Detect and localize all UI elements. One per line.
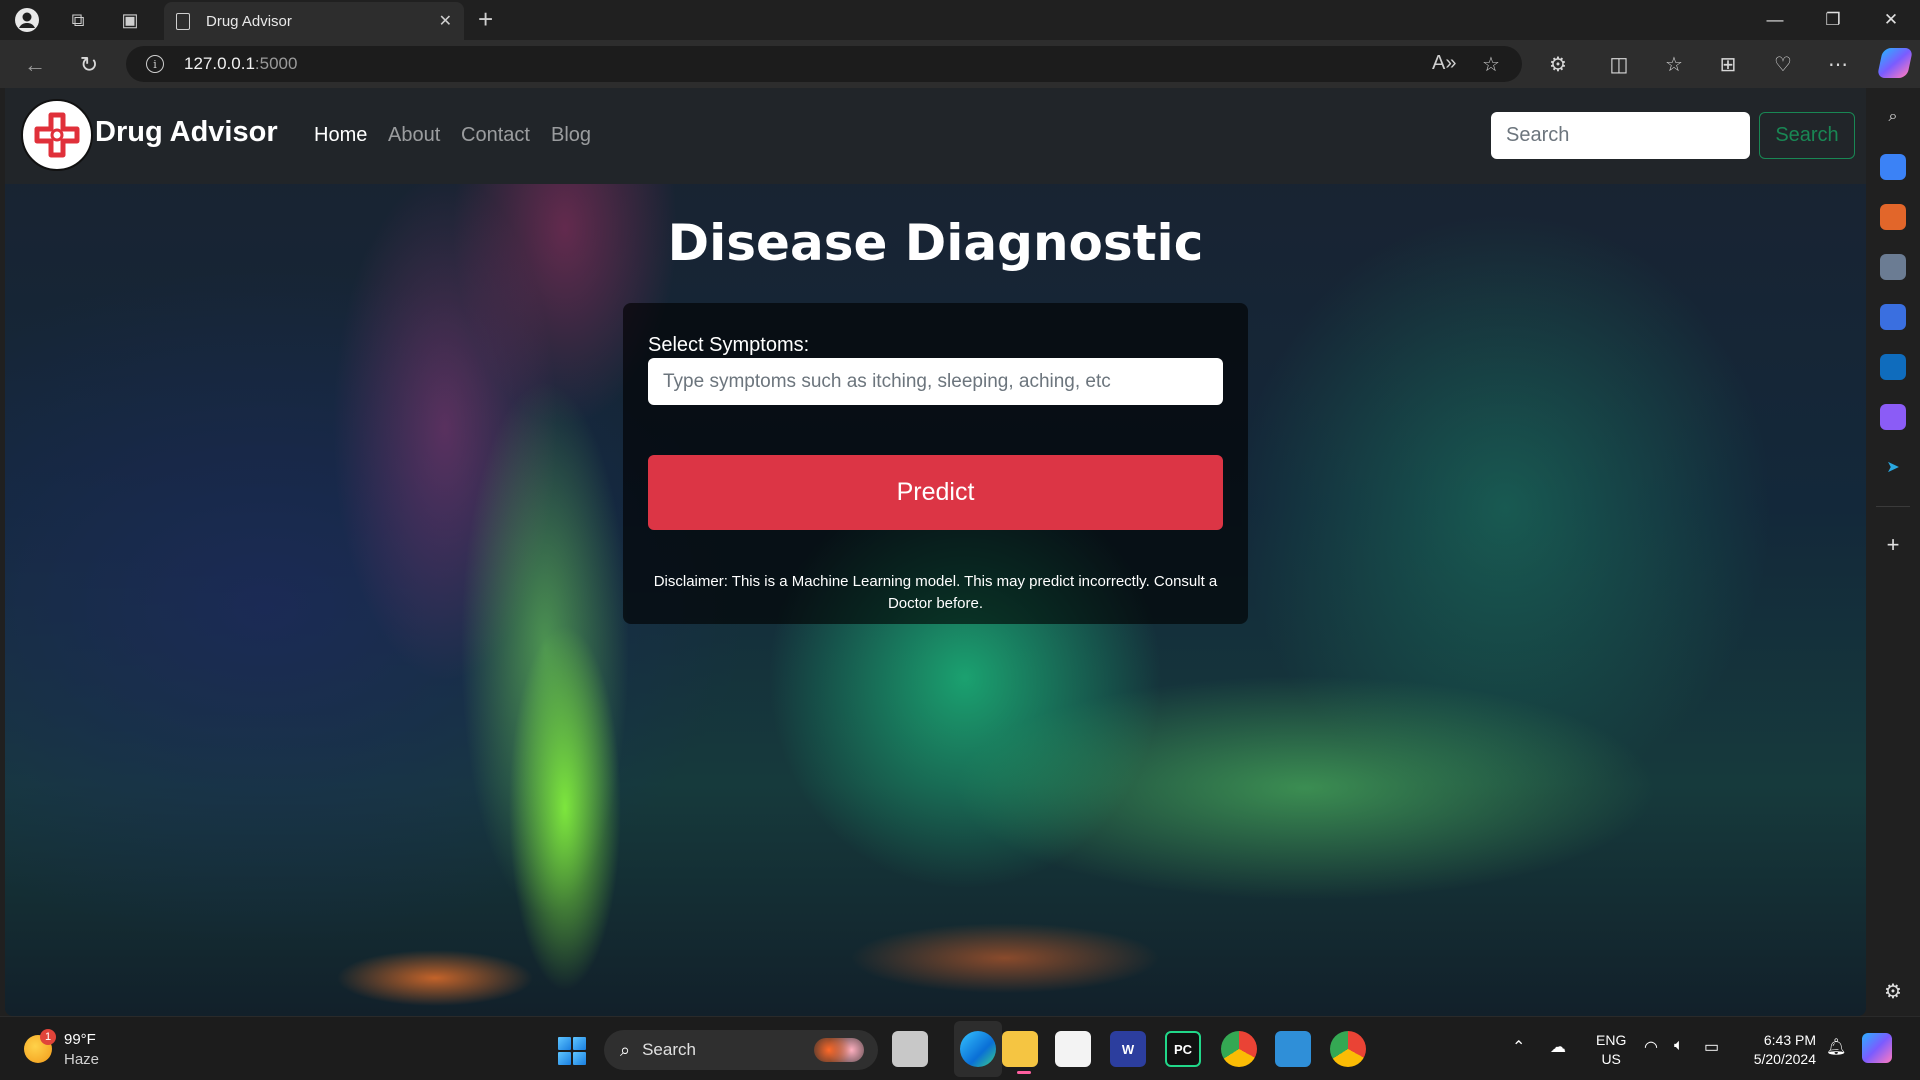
workspaces-icon[interactable]: ⧉	[64, 6, 92, 34]
pycharm-icon[interactable]: PC	[1165, 1031, 1201, 1067]
tab-close-icon[interactable]: ✕	[439, 11, 452, 31]
nav-about-link[interactable]: About	[388, 124, 440, 147]
tab-title: Drug Advisor	[206, 12, 292, 30]
extensions-icon[interactable]: ⚙	[1542, 48, 1574, 80]
address-field[interactable]: i 127.0.0.1:5000 A» ☆	[126, 46, 1522, 82]
brand-name[interactable]: Drug Advisor	[95, 116, 278, 149]
browser-tab-active[interactable]: Drug Advisor ✕	[164, 2, 464, 40]
url-port: :5000	[254, 54, 298, 73]
drug-advisor-logo-icon[interactable]	[21, 99, 93, 171]
nav-blog-link[interactable]: Blog	[551, 124, 591, 147]
sidebar-copilot-icon[interactable]	[1880, 304, 1906, 330]
minimize-icon[interactable]: —	[1752, 6, 1798, 34]
site-info-icon[interactable]: i	[146, 55, 164, 73]
taskbar-search-icon: ⌕	[620, 1039, 631, 1060]
weather-condition[interactable]: Haze	[64, 1051, 99, 1068]
site-navbar: Drug Advisor Home About Contact Blog Sea…	[5, 88, 1866, 184]
more-options-icon[interactable]: ⋯	[1822, 48, 1854, 80]
taskbar-search-label: Search	[642, 1040, 696, 1059]
language-code: ENG	[1596, 1032, 1627, 1048]
symptoms-input[interactable]	[648, 358, 1223, 405]
url-host: 127.0.0.1	[184, 54, 255, 73]
sidebar-telegram-icon[interactable]: ➤	[1880, 454, 1906, 480]
split-screen-icon[interactable]: ◫	[1603, 48, 1635, 80]
clock-time: 6:43 PM	[1763, 1032, 1816, 1048]
nav-home-link[interactable]: Home	[314, 124, 367, 147]
sidebar-tools-icon[interactable]	[1880, 204, 1906, 230]
window-close-icon[interactable]: ✕	[1868, 6, 1914, 34]
chrome-app-icon[interactable]	[1221, 1031, 1257, 1067]
browser-essentials-icon[interactable]: ♡	[1767, 48, 1799, 80]
sidebar-add-icon[interactable]: +	[1880, 532, 1906, 558]
vertical-tabs-icon[interactable]: ▣	[116, 6, 144, 34]
volume-icon[interactable]: 🔈︎	[1674, 1037, 1684, 1055]
sidebar-shopping-icon[interactable]	[1880, 154, 1906, 180]
chrome-profile-icon[interactable]	[1330, 1031, 1366, 1067]
windows-start-icon[interactable]	[558, 1037, 586, 1065]
sidebar-games-icon[interactable]	[1880, 254, 1906, 280]
wifi-icon[interactable]: ◠	[1644, 1037, 1658, 1057]
copilot-taskbar-icon[interactable]	[1862, 1033, 1892, 1063]
reload-icon[interactable]: ↻	[74, 50, 104, 80]
back-icon[interactable]: ←	[20, 50, 50, 80]
file-explorer-icon[interactable]	[1002, 1031, 1038, 1067]
collections-icon[interactable]: ⊞	[1712, 48, 1744, 80]
nav-contact-link[interactable]: Contact	[461, 124, 530, 147]
task-view-icon[interactable]	[892, 1031, 928, 1067]
symptoms-label: Select Symptoms:	[648, 334, 810, 356]
page-title: Disease Diagnostic	[667, 214, 1204, 272]
notifications-bell-icon[interactable]: 🔔︎	[1826, 1037, 1846, 1057]
taskbar-search[interactable]: ⌕ Search	[604, 1030, 878, 1070]
sidebar-settings-icon[interactable]: ⚙	[1880, 978, 1906, 1004]
clock-date: 5/20/2024	[1753, 1051, 1816, 1067]
webstorm-icon[interactable]: W	[1110, 1031, 1146, 1067]
sidebar-outlook-icon[interactable]	[1880, 354, 1906, 380]
site-search-input[interactable]	[1491, 112, 1750, 159]
new-tab-icon[interactable]: +	[478, 4, 493, 35]
region-code: US	[1601, 1051, 1621, 1067]
sidebar-designer-icon[interactable]	[1880, 404, 1906, 430]
system-clock[interactable]: 6:43 PM 5/20/2024	[1740, 1031, 1816, 1069]
profile-icon[interactable]	[13, 6, 41, 34]
sidebar-divider	[1876, 506, 1910, 507]
diagnostic-card: Select Symptoms: Predict Disclaimer: Thi…	[623, 303, 1248, 624]
weather-temperature[interactable]: 99°F	[64, 1031, 96, 1048]
favorites-icon[interactable]: ☆	[1658, 48, 1690, 80]
notepad-icon[interactable]	[1275, 1031, 1311, 1067]
browser-tab-bar: ⧉ ▣ Drug Advisor ✕ + — ❐ ✕	[0, 0, 1920, 40]
edge-app-icon[interactable]	[960, 1031, 996, 1067]
edge-running-indicator	[1017, 1071, 1031, 1074]
page-viewport: Drug Advisor Home About Contact Blog Sea…	[5, 88, 1866, 1016]
microsoft-store-icon[interactable]	[1055, 1031, 1091, 1067]
search-highlight-icon	[814, 1038, 864, 1062]
disclaimer-text: Disclaimer: This is a Machine Learning m…	[653, 573, 1218, 612]
sidebar-search-icon[interactable]: ⌕	[1880, 104, 1906, 130]
favorite-star-icon[interactable]: ☆	[1482, 52, 1500, 77]
edge-sidebar: ⌕ ➤ + ⚙	[1866, 88, 1920, 1016]
weather-badge: 1	[40, 1029, 56, 1045]
input-language[interactable]: ENG US	[1596, 1031, 1626, 1069]
onedrive-icon[interactable]: ☁	[1550, 1037, 1566, 1057]
windows-taskbar: 1 99°F Haze ⌕ Search W PC ⌃ ☁ ENG US ◠ 🔈…	[0, 1016, 1920, 1080]
site-search-button[interactable]: Search	[1759, 112, 1855, 159]
predict-button[interactable]: Predict	[648, 455, 1223, 530]
restore-icon[interactable]: ❐	[1810, 6, 1856, 34]
address-toolbar: ← ↻ i 127.0.0.1:5000 A» ☆ ⚙ ◫ ☆ ⊞ ♡ ⋯	[0, 40, 1920, 88]
page-icon	[176, 12, 190, 30]
battery-icon[interactable]: ▭	[1704, 1037, 1719, 1057]
read-aloud-icon[interactable]: A»	[1432, 52, 1456, 75]
tray-chevron-icon[interactable]: ⌃	[1512, 1037, 1525, 1057]
